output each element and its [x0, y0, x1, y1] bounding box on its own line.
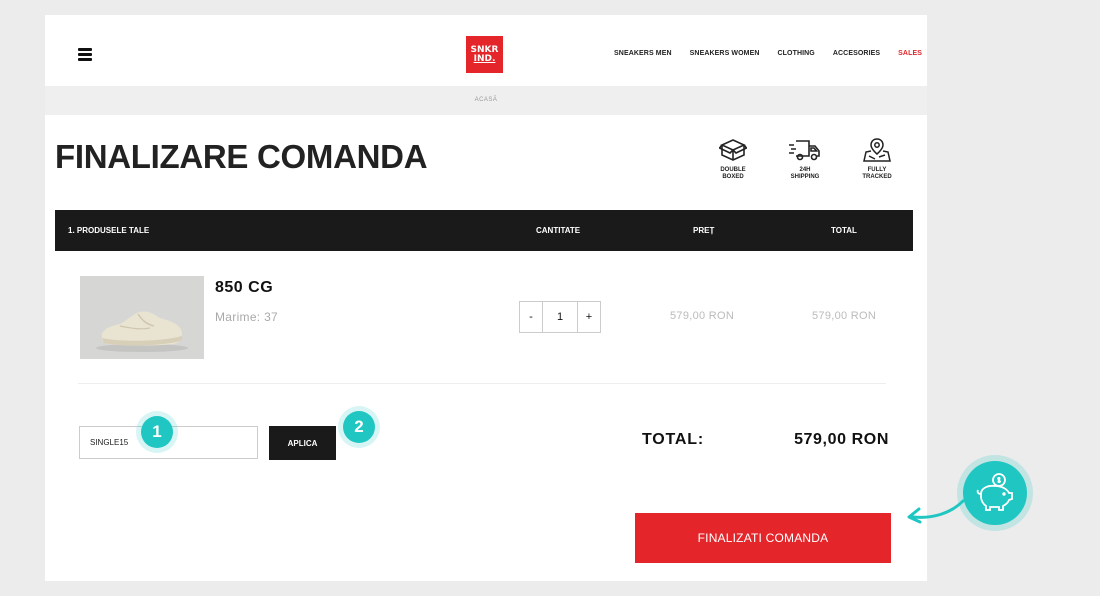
quantity-decrease-button[interactable]: -	[520, 302, 542, 332]
product-size: Marime: 37	[215, 310, 279, 324]
feature-24h-shipping: 24H SHIPPING	[769, 137, 841, 181]
total-label: TOTAL:	[642, 431, 704, 448]
feature-sublabel-3: TRACKED	[862, 174, 892, 180]
map-pin-icon	[863, 138, 891, 162]
col-header-price: PREȚ	[693, 226, 715, 235]
breadcrumb-home[interactable]: ACASĂ	[475, 97, 498, 103]
main-nav: SNEAKERS MEN SNEAKERS WOMEN CLOTHING ACC…	[614, 50, 922, 57]
quantity-value[interactable]: 1	[542, 302, 578, 332]
box-icon	[719, 139, 747, 161]
apply-coupon-button[interactable]: APLICA	[269, 426, 336, 460]
site-logo[interactable]: SNKR IND.	[466, 36, 503, 73]
feature-fully-tracked: FULLY TRACKED	[841, 137, 913, 181]
feature-label-3: FULLY	[867, 167, 887, 173]
site-header: SNKR IND. SNEAKERS MEN SNEAKERS WOMEN CL…	[45, 15, 927, 86]
feature-label-1: DOUBLE	[720, 167, 746, 173]
feature-double-boxed: DOUBLE BOXED	[697, 137, 769, 181]
total-value: 579,00 RON	[794, 431, 889, 448]
annotation-arrow-icon	[907, 499, 965, 524]
breadcrumb: ACASĂ	[45, 86, 927, 115]
page-title: FINALIZARE COMANDA	[55, 138, 428, 175]
nav-clothing[interactable]: CLOTHING	[778, 50, 815, 57]
cart-table-header: 1. PRODUSELE TALE CANTITATE PREȚ TOTAL	[55, 210, 913, 251]
annotation-marker-2: 2	[343, 411, 375, 443]
col-header-products: 1. PRODUSELE TALE	[68, 226, 150, 235]
finalize-order-button[interactable]: FINALIZATI COMANDA	[635, 513, 891, 563]
feature-sublabel-2: SHIPPING	[790, 174, 820, 180]
piggy-bank-icon	[963, 461, 1027, 525]
nav-accesories[interactable]: ACCESORIES	[833, 50, 880, 57]
product-name[interactable]: 850 CG	[215, 279, 273, 297]
quantity-increase-button[interactable]: +	[578, 302, 600, 332]
nav-sneakers-men[interactable]: SNEAKERS MEN	[614, 50, 672, 57]
hamburger-menu-icon[interactable]	[78, 48, 92, 62]
quantity-stepper: - 1 +	[519, 301, 601, 333]
row-divider	[78, 383, 886, 384]
feature-label-2: 24H	[799, 167, 811, 173]
nav-sneakers-women[interactable]: SNEAKERS WOMEN	[690, 50, 760, 57]
col-header-total: TOTAL	[831, 226, 857, 235]
checkout-page: SNKR IND. SNEAKERS MEN SNEAKERS WOMEN CL…	[45, 15, 927, 581]
sneaker-image	[80, 276, 204, 359]
annotation-marker-1: 1	[141, 416, 173, 448]
product-image[interactable]	[80, 276, 204, 359]
logo-line-2: IND.	[473, 53, 496, 64]
product-total: 579,00 RON	[812, 310, 877, 322]
product-price: 579,00 RON	[670, 310, 735, 322]
features-row: DOUBLE BOXED 24H SHIPPING FULLY TRACKED	[697, 137, 913, 181]
truck-icon	[789, 140, 820, 161]
col-header-quantity: CANTITATE	[536, 226, 581, 235]
nav-sales[interactable]: SALES	[898, 50, 922, 57]
feature-sublabel-1: BOXED	[722, 174, 744, 180]
